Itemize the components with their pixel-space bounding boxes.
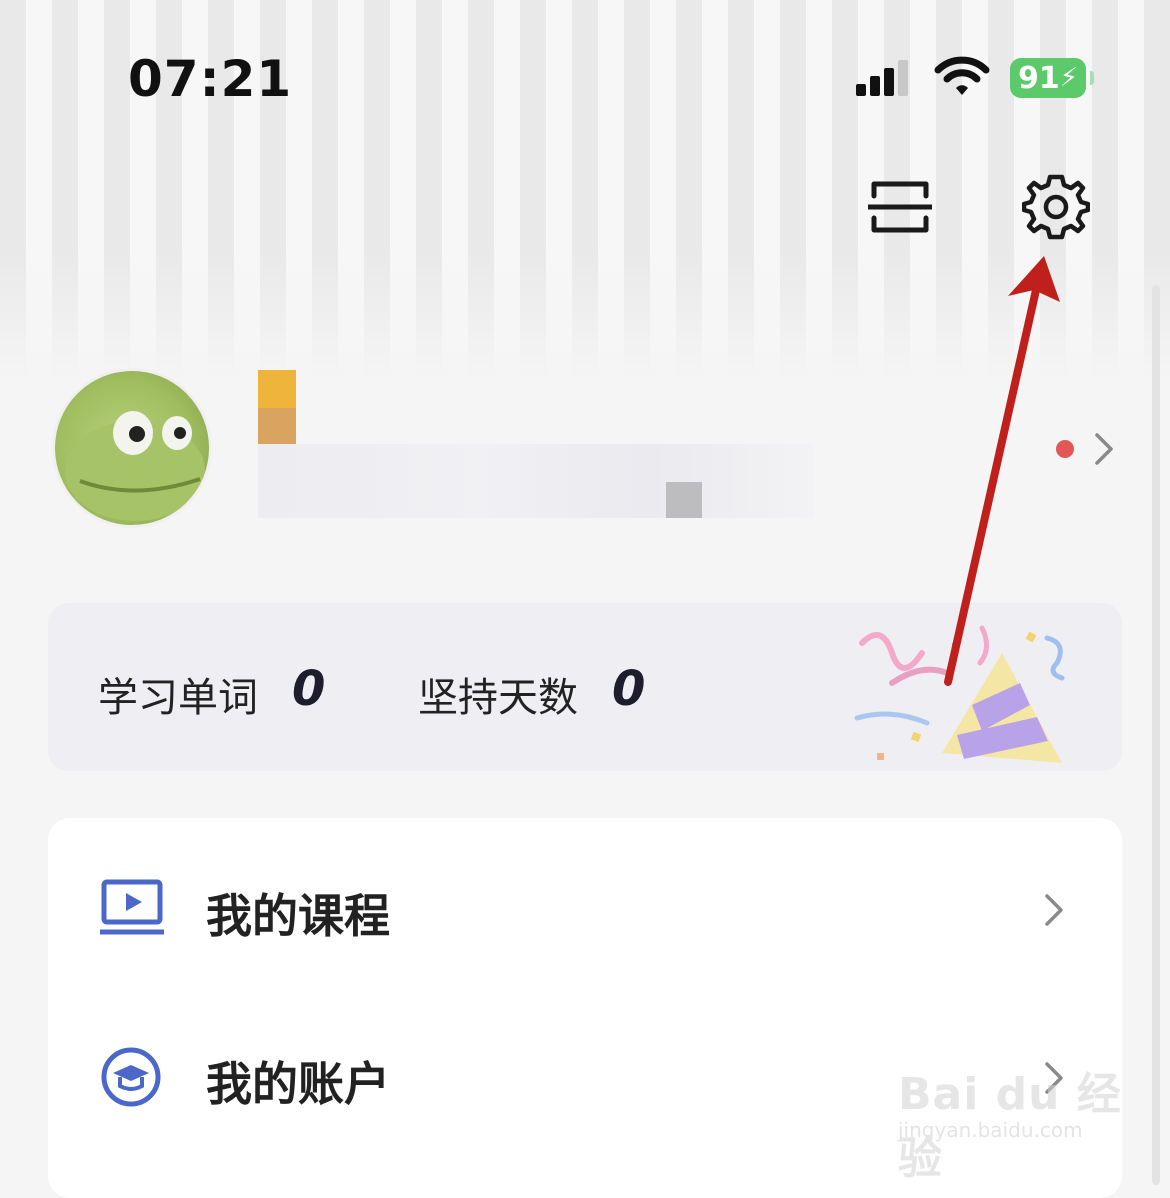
frog-face-illustration [65, 411, 205, 521]
charging-bolt-icon: ⚡ [1059, 63, 1078, 93]
watermark-url: jingyan.baidu.com [898, 1118, 1083, 1142]
status-time: 07:21 [128, 50, 293, 108]
scan-icon[interactable] [868, 178, 932, 236]
streak-days-label: 坚持天数 [418, 675, 578, 721]
cellular-signal-icon [856, 60, 908, 96]
stats-card: 学习单词 0 坚持天数 0 [48, 603, 1122, 771]
username-mosaic [258, 408, 296, 444]
notification-dot [1056, 440, 1074, 458]
username-mosaic [258, 370, 296, 408]
words-learned-value: 0 [292, 661, 326, 717]
chevron-right-icon [1045, 894, 1063, 926]
baidu-watermark: Bai du 经验 jingyan.baidu.com [898, 1048, 1128, 1184]
battery-level: 91 [1017, 60, 1060, 96]
gear-icon[interactable] [1022, 173, 1090, 241]
chevron-right-icon [1095, 433, 1113, 465]
frog-avatar[interactable] [52, 368, 212, 528]
words-learned-label: 学习单词 [98, 675, 258, 721]
status-bar: 07:21 91 ⚡ [0, 0, 1170, 150]
party-popper-icon [854, 625, 1065, 763]
video-course-icon [100, 879, 164, 935]
scrollbar[interactable] [1152, 285, 1160, 1185]
user-info-mosaic [258, 444, 814, 518]
menu-item-my-courses[interactable]: 我的课程 [48, 828, 1122, 978]
menu-item-label: 我的课程 [206, 889, 390, 943]
streak-days-value: 0 [612, 661, 646, 717]
user-info-mosaic [666, 482, 702, 518]
profile-row[interactable] [52, 366, 1122, 530]
wifi-icon [934, 56, 990, 95]
graduation-cap-icon [101, 1047, 161, 1107]
menu-item-label: 我的账户 [206, 1057, 390, 1111]
battery-indicator: 91 ⚡ [1010, 58, 1094, 98]
